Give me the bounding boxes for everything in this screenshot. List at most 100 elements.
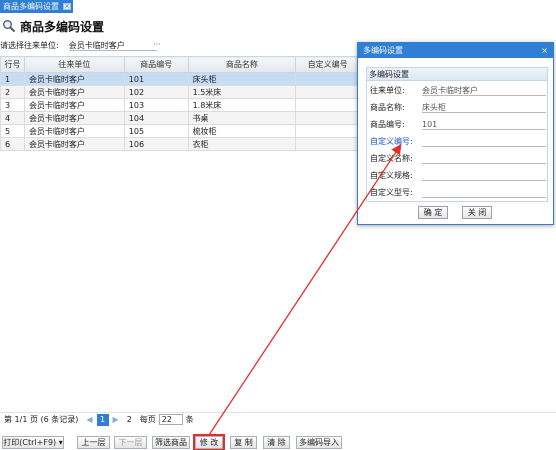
column-header[interactable]: 行号 [0, 56, 25, 73]
bottom-toolbar: 打印(Ctrl+F9) ▾ 上一层 下一层 筛选商品 修 改 复 制 清 除 多… [0, 434, 556, 450]
page-link-2[interactable]: 2 [127, 415, 132, 424]
table-row[interactable]: 1 会员卡临时客户 101 床头柜 [0, 72, 360, 86]
product-name-field: 床头柜 [422, 102, 546, 113]
field-label: 自定义规格: [370, 170, 413, 180]
filter-goods-button[interactable]: 筛选商品 [152, 436, 190, 449]
cell-customer: 会员卡临时客户 [23, 98, 125, 112]
row-number: 2 [0, 85, 25, 99]
column-header[interactable]: 商品编号 [123, 56, 189, 73]
cell-code: 103 [123, 98, 189, 112]
import-button[interactable]: 多编码导入 [296, 436, 342, 449]
customer-filter-label: 请选择往来单位: [0, 40, 59, 50]
customer-field: 会员卡临时客户 [422, 85, 546, 96]
field-label: 商品编号: [370, 119, 405, 129]
prev-page-icon[interactable]: ◀ [86, 415, 92, 424]
row-number: 4 [0, 111, 25, 125]
field-custom-name: 自定义名称: [370, 152, 546, 164]
cell-customer: 会员卡临时客户 [23, 111, 125, 125]
copy-button[interactable]: 复 制 [230, 436, 257, 449]
cell-customer: 会员卡临时客户 [23, 137, 125, 151]
customer-filter-value: 会员卡临时客户 [68, 40, 125, 50]
field-label: 自定义名称: [370, 153, 413, 163]
field-custom-model: 自定义型号: [370, 186, 546, 198]
customer-filter: 请选择往来单位: 会员卡临时客户 ··· [0, 39, 161, 51]
table-header-row: 行号 往来单位 商品编号 商品名称 自定义编号 [0, 56, 360, 73]
dialog-titlebar[interactable]: 多编码设置 × [358, 43, 553, 58]
cell-name: 书桌 [187, 111, 297, 125]
customer-filter-input[interactable]: 会员卡临时客户 ··· [68, 40, 161, 51]
cell-code: 106 [123, 137, 189, 151]
search-icon [2, 19, 16, 33]
custom-name-input[interactable] [422, 153, 546, 164]
cell-name: 梳妆柜 [187, 124, 297, 138]
per-page-input[interactable]: 22 [158, 414, 183, 425]
column-header[interactable]: 往来单位 [23, 56, 125, 73]
custom-model-input[interactable] [422, 187, 546, 198]
field-label: 自定义型号: [370, 187, 413, 197]
dialog-form: 多编码设置 往来单位: 会员卡临时客户 商品名称: 床头柜 商品编号: 101 … [366, 67, 548, 202]
field-custom-code: 自定义编号: [370, 135, 546, 147]
cell-custom-code [295, 98, 360, 112]
cell-code: 104 [123, 111, 189, 125]
row-number: 6 [0, 137, 25, 151]
cell-name: 床头柜 [187, 72, 297, 86]
ok-button[interactable]: 确 定 [418, 206, 448, 219]
tab-label: 商品多编码设置 [3, 2, 59, 11]
field-product-code: 商品编号: 101 [370, 118, 546, 130]
browse-button[interactable]: ··· [153, 39, 161, 50]
cell-name: 衣柜 [187, 137, 297, 151]
field-label: 自定义编号: [370, 136, 413, 146]
tab-close-icon[interactable]: × [63, 3, 71, 10]
next-level-button[interactable]: 下一层 [114, 436, 147, 449]
close-icon[interactable]: × [541, 43, 548, 58]
current-page-button[interactable]: 1 [96, 413, 109, 426]
close-button[interactable]: 关 闭 [462, 206, 492, 219]
pagination: 第 1/1 页 (6 条记录) ◀ 1 ▶ 2 每页 22 条 [0, 412, 556, 426]
cell-code: 105 [123, 124, 189, 138]
cell-custom-code [295, 85, 360, 99]
column-header[interactable]: 自定义编号 [295, 56, 360, 73]
cell-customer: 会员卡临时客户 [23, 85, 125, 99]
multicode-table: 行号 往来单位 商品编号 商品名称 自定义编号 1 会员卡临时客户 101 床头… [0, 56, 360, 151]
clear-button[interactable]: 清 除 [263, 436, 290, 449]
tab-strip: 商品多编码设置 × [0, 0, 556, 14]
edit-button[interactable]: 修 改 [193, 434, 225, 450]
next-page-icon[interactable]: ▶ [113, 415, 119, 424]
table-row[interactable]: 5 会员卡临时客户 105 梳妆柜 [0, 124, 360, 138]
per-page-unit: 条 [185, 415, 194, 424]
row-number: 5 [0, 124, 25, 138]
field-customer: 往来单位: 会员卡临时客户 [370, 84, 546, 96]
cell-custom-code [295, 137, 360, 151]
cell-code: 101 [123, 72, 189, 86]
cell-customer: 会员卡临时客户 [23, 72, 125, 86]
column-header[interactable]: 商品名称 [187, 56, 297, 73]
prev-level-button[interactable]: 上一层 [77, 436, 110, 449]
dialog-section-title: 多编码设置 [367, 68, 547, 81]
field-label: 商品名称: [370, 102, 405, 112]
page-header: 商品多编码设置 [2, 17, 104, 35]
row-number: 3 [0, 98, 25, 112]
table-row[interactable]: 4 会员卡临时客户 104 书桌 [0, 111, 360, 125]
custom-spec-input[interactable] [422, 170, 546, 181]
table-row[interactable]: 6 会员卡临时客户 106 衣柜 [0, 137, 360, 151]
table-row[interactable]: 3 会员卡临时客户 103 1.8米床 [0, 98, 360, 112]
cell-name: 1.8米床 [187, 98, 297, 112]
cell-code: 102 [123, 85, 189, 99]
field-product-name: 商品名称: 床头柜 [370, 101, 546, 113]
dialog-title: 多编码设置 [363, 46, 403, 55]
row-number: 1 [0, 72, 25, 86]
cell-custom-code [295, 124, 360, 138]
print-button[interactable]: 打印(Ctrl+F9) ▾ [2, 436, 64, 449]
per-page-label: 每页 [139, 415, 156, 424]
page-title: 商品多编码设置 [20, 19, 105, 34]
multicode-dialog: 多编码设置 × 多编码设置 往来单位: 会员卡临时客户 商品名称: 床头柜 商品… [357, 42, 554, 225]
tab-product-multicode[interactable]: 商品多编码设置 × [0, 0, 73, 13]
cell-name: 1.5米床 [187, 85, 297, 99]
field-custom-spec: 自定义规格: [370, 169, 546, 181]
table-row[interactable]: 2 会员卡临时客户 102 1.5米床 [0, 85, 360, 99]
custom-code-input[interactable] [422, 136, 546, 147]
cell-custom-code [295, 111, 360, 125]
product-code-field: 101 [422, 119, 546, 130]
cell-customer: 会员卡临时客户 [23, 124, 125, 138]
cell-custom-code [295, 72, 360, 86]
